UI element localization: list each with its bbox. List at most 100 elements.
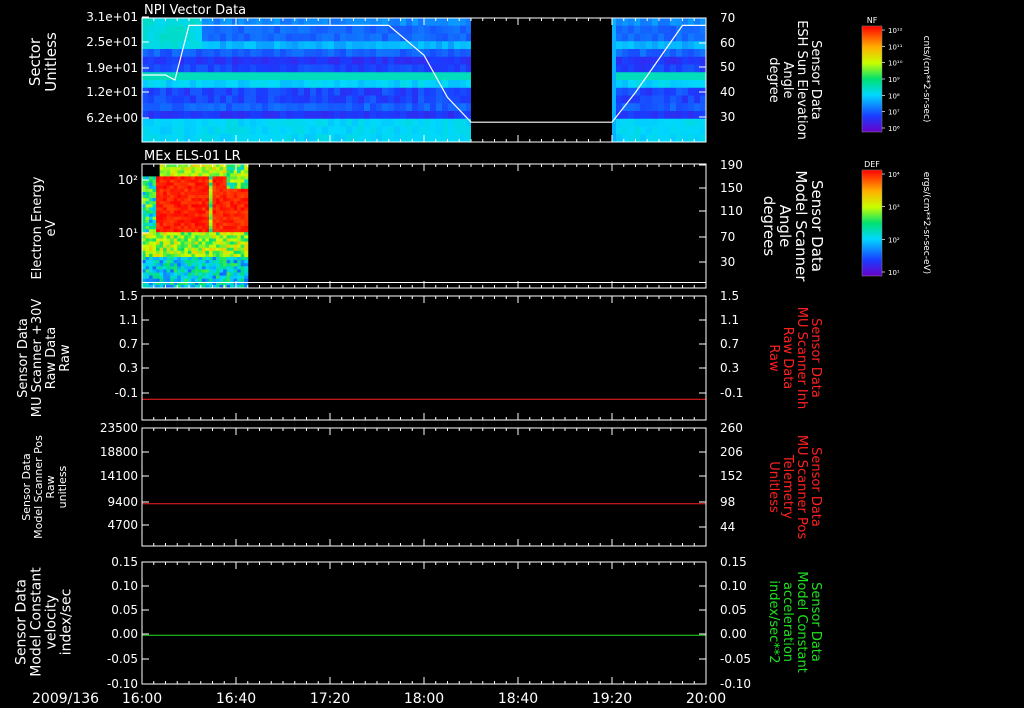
npi-cell [346,134,353,142]
els-cell [219,232,224,236]
npi-cell [430,95,437,104]
npi-cell [298,41,305,50]
els-cell [208,195,213,199]
els-cell [198,238,203,242]
els-cell [163,191,168,196]
els-cell [159,275,164,280]
els-cell [152,191,157,196]
els-cell [191,263,196,267]
els-cell [223,179,228,184]
npi-cell [280,111,287,120]
npi-cell [382,126,389,135]
npi-cell [304,72,311,81]
els-cell [156,229,161,233]
els-cell [201,182,206,187]
els-cell [166,176,171,180]
npi-cell [160,95,167,104]
npi-cell [448,118,455,128]
npi-cell [304,95,311,104]
npi-cell [310,33,317,42]
npi-cell [676,103,683,112]
els-cell [184,269,189,273]
els-cell [173,173,178,177]
els-cell [237,275,242,280]
els-cell [212,210,217,215]
npi-cell [304,64,311,73]
els-cell [184,164,189,168]
els-cell [187,213,192,218]
els-cell [208,229,213,233]
npi-cell [676,95,683,104]
npi-cell [358,95,365,104]
npi-cell [394,72,401,81]
npi-cell [274,72,281,81]
npi-cell [208,56,215,66]
els-cell [205,269,210,273]
npi-cell [280,49,287,58]
els-cell [223,269,228,273]
npi-cell [364,118,371,128]
els-cell [184,185,189,190]
els-cell [152,260,157,264]
els-cell [205,213,210,218]
els-cell [149,263,154,267]
npi-cell [640,64,647,73]
npi-cell [682,64,689,73]
els-cell [159,278,164,283]
els-cell [226,185,231,190]
els-cell [191,219,196,224]
npi-cell [232,118,239,128]
npi-cell [154,25,161,35]
els-cell [184,222,189,227]
npi-cell [652,64,659,73]
els-cell [208,278,213,283]
els-cell [159,164,164,168]
els-cell [244,216,249,221]
els-cell [223,198,228,202]
els-cell [230,179,235,184]
els-cell [216,219,221,224]
npi-cell [424,18,431,27]
npi-cell [340,134,347,142]
els-cell [159,216,164,221]
npi-cell [166,111,173,120]
els-cell [237,278,242,283]
els-cell [216,250,221,255]
els-cell [149,238,154,242]
npi-cell [616,80,623,89]
y-tick-label-left: 23500 [100,421,138,435]
npi-cell [142,41,149,50]
els-cell [173,253,178,258]
npi-cell [154,80,161,89]
npi-cell [352,134,359,142]
npi-cell [226,134,233,142]
els-cell [184,182,189,187]
els-cell [194,222,199,227]
els-cell [212,170,217,174]
npi-cell [262,56,269,66]
npi-cell [172,95,179,104]
npi-cell [664,72,671,81]
els-cell [205,247,210,252]
els-cell [159,170,164,174]
npi-cell [142,56,149,66]
npi-cell [274,134,281,142]
els-cell [180,222,185,227]
els-cell [184,195,189,199]
els-cell [198,278,203,283]
els-cell [240,226,245,230]
els-cell [187,191,192,196]
els-cell [205,207,210,211]
els-cell [237,176,242,180]
els-cell [170,257,175,261]
els-cell [159,173,164,177]
els-cell [219,201,224,205]
els-cell [142,241,147,246]
npi-cell [292,25,299,35]
els-cell [201,176,206,180]
npi-cell [202,80,209,89]
els-cell [173,170,178,174]
npi-cell [442,103,449,112]
els-cell [219,244,224,249]
npi-cell [292,64,299,73]
